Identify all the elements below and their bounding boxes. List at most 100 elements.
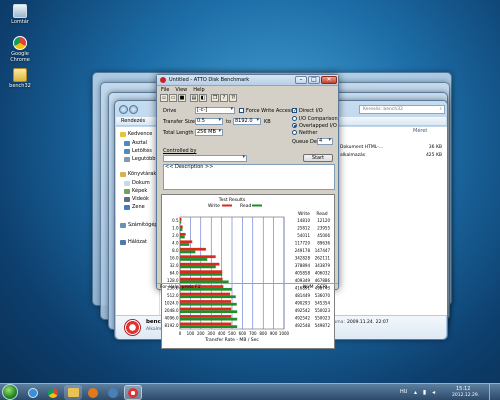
nav-desktop[interactable]: Asztal [124,140,147,146]
file-size: 425 KB [425,153,442,158]
direct-io-checkbox[interactable]: ✓ [292,108,297,114]
atto-toolbar: ▫ ▭ ■ ▤ ◧ ❐ ? ⁈ [160,94,237,103]
nav-pictures[interactable]: Képek [124,188,147,194]
read-bar [180,310,238,314]
menu-file[interactable]: File [161,87,169,93]
taskbar-app[interactable] [104,385,122,400]
read-column-header: Read [316,211,327,217]
menu-view[interactable]: View [175,87,187,93]
search-box[interactable]: Keresés: bench32 ⌕ [359,105,445,114]
read-bar [180,228,183,231]
show-desktop-button[interactable] [489,384,499,400]
library-icon [120,171,126,177]
force-write-checkbox[interactable] [239,108,244,113]
atto-app-icon [160,77,166,83]
nav-videos[interactable]: Videók [124,196,149,202]
legend-write-swatch [222,204,232,207]
x-tick-label: 400 [218,331,226,336]
print-preview-icon[interactable]: ◧ [199,94,207,102]
back-button[interactable] [119,105,128,114]
file-row[interactable]: Dokument HTML-... 36 KB [340,145,444,150]
total-length-select[interactable]: 256 MB [195,129,223,136]
start-button[interactable]: Start [303,154,333,162]
open-icon[interactable]: ▭ [169,94,177,102]
nav-computer[interactable]: Számítógép [120,222,158,228]
nav-libraries[interactable]: Könyvtárak [120,171,156,177]
help-icon[interactable]: ⁈ [229,94,237,102]
write-value-label: 378894 [295,263,311,268]
drive-select[interactable]: [-c-] [195,107,235,114]
nav-recent[interactable]: Legutóbbi [124,156,157,162]
queue-depth-select[interactable]: 4 [317,138,333,145]
nav-network[interactable]: Hálózat [120,239,147,245]
organize-menu[interactable]: Rendezés [121,118,145,124]
write-bar [180,307,232,311]
read-bar [180,302,237,306]
minimize-button[interactable]: – [295,76,307,84]
y-tick-label: 1.0 [172,226,179,231]
nav-label: Zene [132,204,145,210]
write-value-label: 481449 [295,293,311,298]
menu-help[interactable]: Help [193,87,204,93]
desktop-icon-recycle-bin[interactable]: Lomtár [2,4,38,25]
nav-favorites[interactable]: Kedvence [120,131,152,137]
x-tick-label: 0 [179,331,182,336]
download-icon [124,148,130,154]
close-button[interactable]: ✕ [321,76,337,84]
io-comparison-radio[interactable] [292,116,297,121]
read-bar [180,273,223,276]
write-bar [180,292,231,296]
language-indicator[interactable]: HU [400,389,407,395]
transfer-size-label: Transfer Size [163,119,195,125]
overlapped-io-radio[interactable] [292,123,297,128]
created-value: 2009.11.24. 22:07 [347,320,389,325]
transfer-unit-label: KB [264,119,271,125]
taskbar-explorer[interactable] [64,385,82,400]
taskbar-ie[interactable] [24,385,42,400]
print-icon[interactable]: ▤ [190,94,198,102]
atto-window[interactable]: Untitled - ATTO Disk Benchmark – □ ✕ Fil… [156,74,339,349]
neither-label: Neither [299,130,318,136]
pictures-icon [124,188,130,194]
description-box[interactable]: << Description >> [163,164,335,190]
nav-downloads[interactable]: Letöltés [124,148,152,154]
nav-music[interactable]: Zene [124,204,145,210]
forward-button[interactable] [129,105,138,114]
transfer-size-to-select[interactable]: 8192.0 [233,118,261,125]
write-value-label: 490293 [295,300,311,305]
transfer-size-from-select[interactable]: 0.5 [195,118,223,125]
documents-icon [124,180,130,186]
neither-radio[interactable] [292,130,297,135]
read-value-label: 545354 [315,300,331,305]
y-tick-label: 0.5 [172,218,179,223]
taskbar-atto[interactable] [124,385,142,400]
clock-date[interactable]: 2012.12.29. [452,393,479,398]
nav-documents[interactable]: Dokum [124,180,150,186]
desktop-icon-bench32[interactable]: bench32 [2,68,38,89]
write-value-label: 54011 [297,233,310,238]
maximize-button[interactable]: □ [308,76,320,84]
write-bar [180,262,220,266]
recent-icon [124,156,130,162]
app-icon [108,387,118,398]
x-tick-label: 700 [249,331,257,336]
save-icon[interactable]: ■ [178,94,186,102]
write-value-label: 405858 [295,271,311,276]
taskbar-chrome[interactable] [44,385,62,400]
tray-icons[interactable]: ▴ ▮ ◂ [414,389,437,396]
new-icon[interactable]: ▫ [160,94,168,102]
taskbar-media-player[interactable] [84,385,102,400]
size-column-header[interactable]: Méret [413,128,427,134]
legend-write-label: Write [208,203,220,209]
desktop-icon-chrome[interactable]: Google Chrome [2,36,38,63]
atto-titlebar[interactable]: Untitled - ATTO Disk Benchmark – □ ✕ [157,75,338,86]
about-icon[interactable]: ? [220,94,228,102]
start-button[interactable] [2,384,18,400]
controlled-by-select[interactable] [163,155,247,162]
copy-icon[interactable]: ❐ [211,94,219,102]
desktop-icon-label: Google Chrome [10,51,30,63]
y-tick-label: 4096.0 [165,315,179,320]
clock-time[interactable]: 15:12 [456,386,470,392]
file-row[interactable]: alkalmazás 425 KB [340,153,444,158]
chrome-icon [48,387,58,398]
